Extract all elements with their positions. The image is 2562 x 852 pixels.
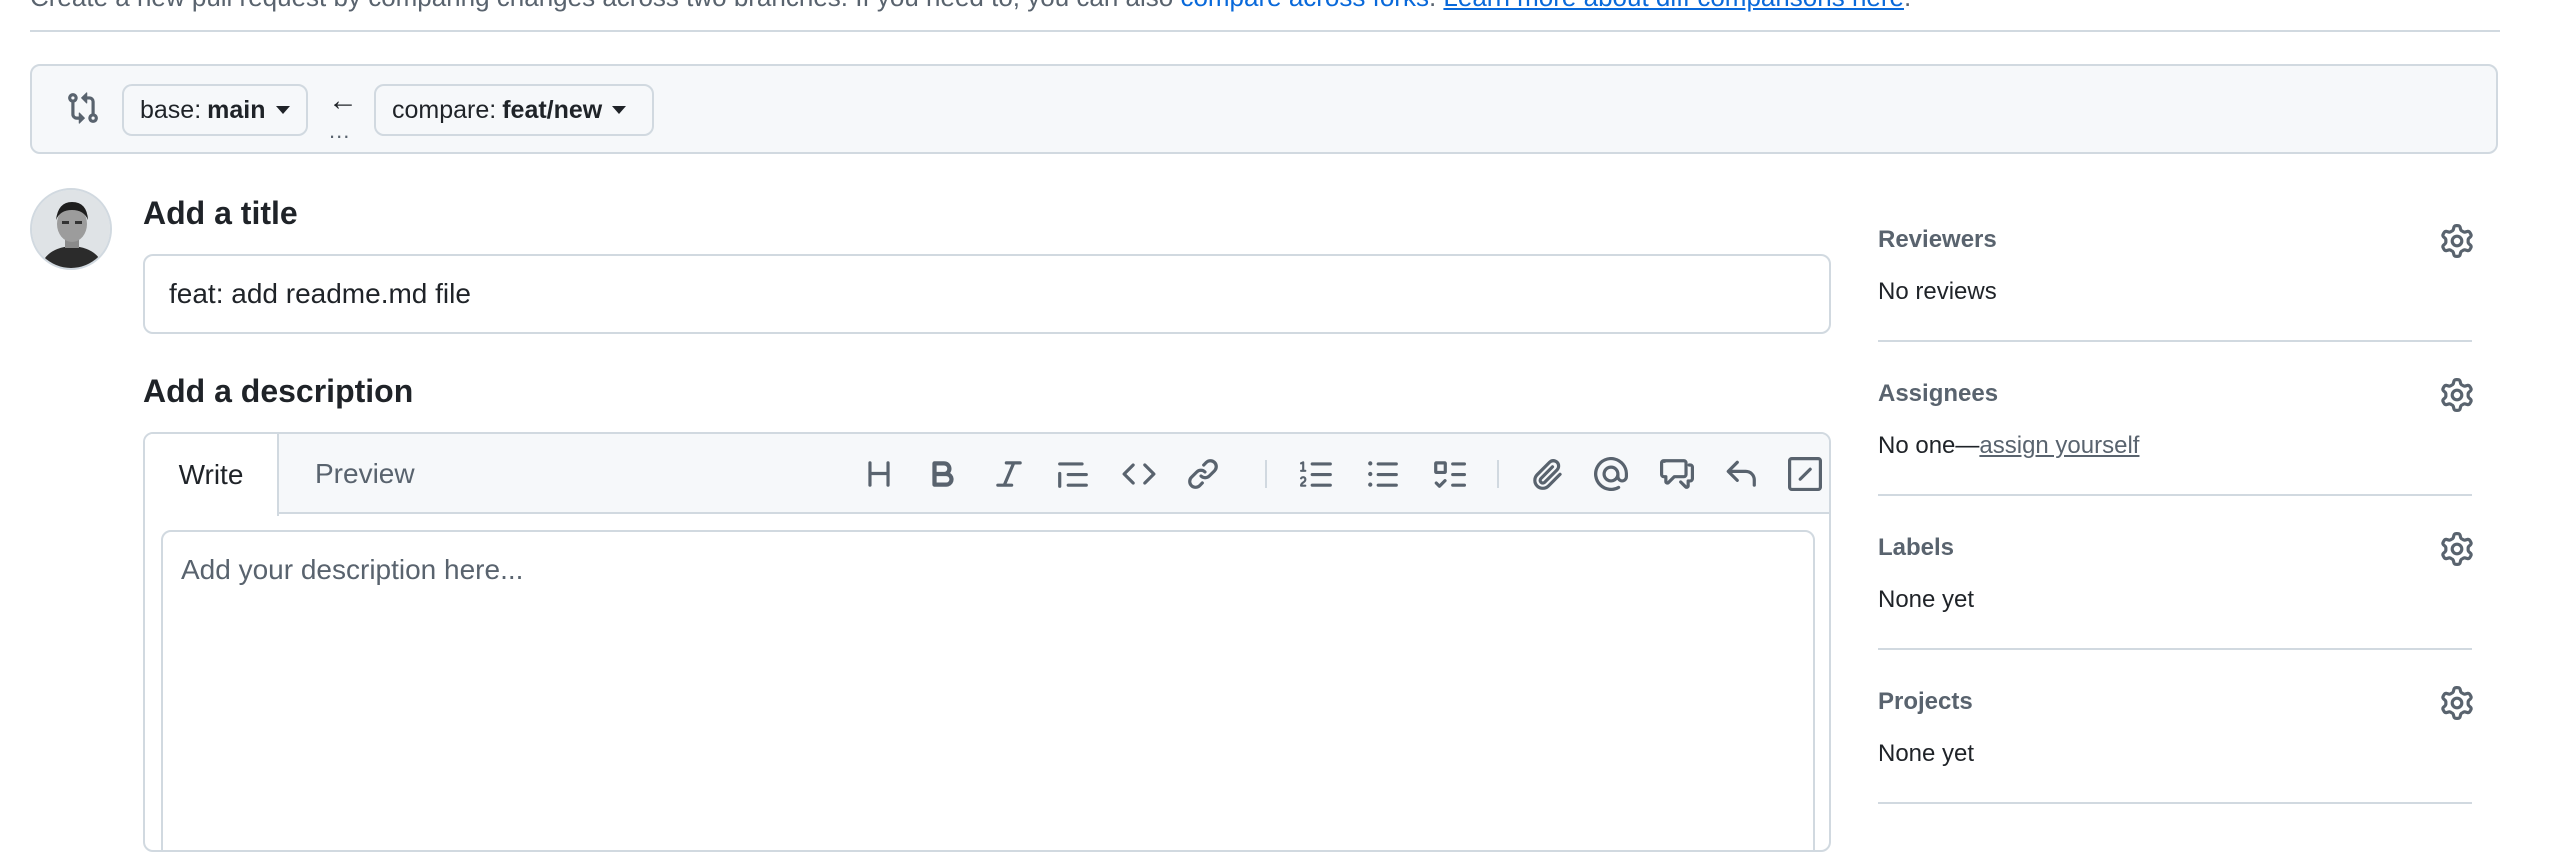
- avatar-image: [32, 190, 110, 268]
- projects-label[interactable]: Projects: [1878, 688, 1973, 716]
- base-branch-value: main: [207, 95, 266, 124]
- sidebar-assignees: Assignees No one—assign yourself: [1878, 376, 2474, 496]
- intro-text: Create a new pull request by comparing c…: [30, 0, 1911, 13]
- toolbar-divider: [1265, 460, 1267, 488]
- git-compare-icon: [68, 92, 98, 124]
- heading-icon[interactable]: [861, 456, 897, 492]
- tab-write[interactable]: Write: [145, 434, 279, 516]
- assignees-prefix: No one—: [1878, 432, 1980, 459]
- divider: [1878, 340, 2472, 342]
- divider: [1878, 648, 2472, 650]
- intro-text-before: Create a new pull request by comparing c…: [30, 0, 1180, 12]
- description-textarea[interactable]: [161, 530, 1815, 850]
- divider: [1878, 494, 2472, 496]
- sidebar-projects: Projects None yet: [1878, 684, 2474, 804]
- avatar[interactable]: [30, 188, 112, 270]
- intro-text-between: .: [1429, 0, 1443, 12]
- cross-reference-icon[interactable]: [1659, 456, 1695, 492]
- mention-icon[interactable]: [1593, 456, 1629, 492]
- quote-icon[interactable]: [1055, 456, 1091, 492]
- gear-icon[interactable]: [2440, 378, 2474, 412]
- range-dots: ...: [329, 118, 351, 143]
- description-editor: Write Preview: [143, 432, 1831, 852]
- title-input[interactable]: [143, 254, 1831, 334]
- labels-label[interactable]: Labels: [1878, 534, 1954, 562]
- code-icon[interactable]: [1121, 456, 1157, 492]
- learn-more-diff-link[interactable]: Learn more about diff comparisons here: [1443, 0, 1904, 12]
- compare-branch-button[interactable]: compare: feat/new: [374, 84, 654, 136]
- title-heading: Add a title: [143, 195, 298, 231]
- reviewers-value: No reviews: [1878, 278, 1997, 305]
- assignees-label[interactable]: Assignees: [1878, 380, 1998, 408]
- gear-icon[interactable]: [2440, 532, 2474, 566]
- editor-header: Write Preview: [145, 434, 1829, 516]
- compare-across-forks-link[interactable]: compare across forks: [1180, 0, 1429, 12]
- intro-text-after: .: [1904, 0, 1911, 12]
- bold-icon[interactable]: [925, 456, 961, 492]
- sidebar-reviewers: Reviewers No reviews: [1878, 222, 2474, 342]
- divider: [1878, 802, 2472, 804]
- sidebar-labels: Labels None yet: [1878, 530, 2474, 650]
- labels-value: None yet: [1878, 586, 1975, 613]
- arrow-left-icon: ←: [328, 84, 358, 117]
- projects-value: None yet: [1878, 740, 1975, 767]
- link-icon[interactable]: [1185, 456, 1221, 492]
- gear-icon[interactable]: [2440, 224, 2474, 258]
- unordered-list-icon[interactable]: [1365, 456, 1401, 492]
- slash-command-icon[interactable]: [1787, 456, 1823, 492]
- base-branch-button[interactable]: base: main: [122, 84, 308, 136]
- toolbar-divider: [1497, 460, 1499, 488]
- description-heading: Add a description: [143, 373, 414, 409]
- attach-icon[interactable]: [1529, 456, 1565, 492]
- branch-range-bar: base: main ← ... compare: feat/new: [30, 64, 2498, 154]
- compare-branch-key: compare:: [392, 95, 497, 124]
- divider: [30, 30, 2500, 32]
- compare-branch-value: feat/new: [502, 95, 603, 124]
- assign-yourself-link[interactable]: assign yourself: [1979, 432, 2139, 459]
- tab-preview[interactable]: Preview: [315, 434, 415, 514]
- assignees-value: No one—assign yourself: [1878, 432, 2139, 460]
- reply-icon[interactable]: [1723, 456, 1759, 492]
- gear-icon[interactable]: [2440, 686, 2474, 720]
- task-list-icon[interactable]: [1431, 456, 1467, 492]
- numbered-list-icon[interactable]: [1299, 456, 1335, 492]
- base-branch-key: base:: [140, 95, 202, 124]
- caret-down-icon: [275, 106, 290, 114]
- caret-down-icon: [612, 106, 627, 114]
- italic-icon[interactable]: [991, 456, 1027, 492]
- reviewers-label[interactable]: Reviewers: [1878, 226, 1997, 254]
